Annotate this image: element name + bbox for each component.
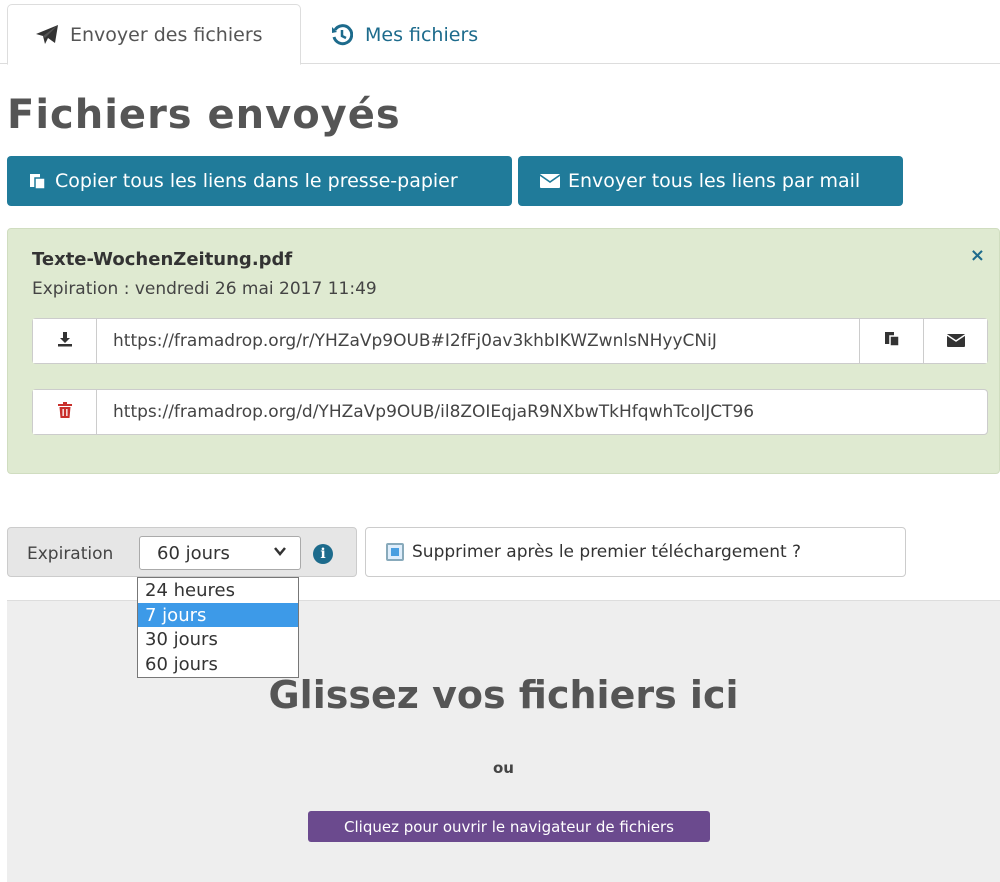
trash-icon: [57, 402, 72, 422]
expiration-label: Expiration: [27, 544, 114, 564]
tab-send-label: Envoyer des fichiers: [70, 23, 263, 46]
delete-file-button[interactable]: [33, 390, 97, 434]
delete-after-download-checkbox[interactable]: [386, 543, 404, 561]
download-link-group: https://framadrop.org/r/YHZaVp9OUB#I2fFj…: [32, 318, 988, 364]
file-expiration: Expiration : vendredi 26 mai 2017 11:49: [32, 279, 377, 299]
expiration-selected-value: 60 jours: [157, 542, 230, 564]
expiration-option[interactable]: 24 heures: [138, 578, 298, 603]
delete-url-field[interactable]: https://framadrop.org/d/YHZaVp9OUB/il8ZO…: [97, 390, 987, 434]
expiration-control: Expiration 60 jours i: [7, 527, 357, 577]
tab-my-files[interactable]: Mes fichiers: [329, 4, 478, 65]
copy-all-links-label: Copier tous les liens dans le presse-pap…: [55, 170, 458, 192]
file-name: Texte-WochenZeitung.pdf: [32, 249, 293, 270]
expiration-dropdown-list: 24 heures 7 jours 30 jours 60 jours: [137, 577, 299, 678]
download-icon: [57, 331, 73, 351]
info-icon[interactable]: i: [313, 544, 333, 564]
delete-after-download-label: Supprimer après le premier téléchargemen…: [412, 542, 802, 562]
delete-link-group: https://framadrop.org/d/YHZaVp9OUB/il8ZO…: [32, 389, 988, 435]
page-title: Fichiers envoyés: [7, 92, 401, 138]
expiration-option[interactable]: 7 jours: [138, 602, 298, 628]
history-icon: [329, 22, 355, 48]
tab-send-files[interactable]: Envoyer des fichiers: [7, 4, 301, 65]
drop-zone-title: Glissez vos fichiers ici: [268, 673, 739, 717]
envelope-icon: [946, 332, 965, 351]
mail-all-links-label: Envoyer tous les liens par mail: [568, 170, 861, 192]
browse-files-button[interactable]: Cliquez pour ouvrir le navigateur de fic…: [308, 811, 710, 842]
download-url-field[interactable]: https://framadrop.org/r/YHZaVp9OUB#I2fFj…: [97, 319, 859, 363]
uploaded-file-panel: Texte-WochenZeitung.pdf Expiration : ven…: [7, 228, 1000, 474]
expiration-option[interactable]: 30 jours: [138, 627, 298, 652]
envelope-icon: [540, 174, 560, 188]
copy-link-button[interactable]: [859, 319, 923, 363]
tab-my-files-label: Mes fichiers: [365, 23, 479, 46]
close-icon[interactable]: ×: [970, 245, 985, 266]
paper-plane-icon: [34, 22, 60, 48]
download-link-button[interactable]: [33, 319, 97, 363]
clipboard-icon: [884, 331, 900, 351]
tab-bar: Envoyer des fichiers Mes fichiers: [0, 0, 1000, 65]
clipboard-icon: [29, 172, 47, 190]
chevron-down-icon: [274, 543, 286, 561]
copy-all-links-button[interactable]: Copier tous les liens dans le presse-pap…: [7, 156, 512, 206]
delete-after-download-option[interactable]: Supprimer après le premier téléchargemen…: [365, 527, 906, 577]
mail-all-links-button[interactable]: Envoyer tous les liens par mail: [518, 156, 903, 206]
drop-zone-or: ou: [493, 759, 514, 777]
expiration-select[interactable]: 60 jours: [139, 536, 301, 570]
expiration-option[interactable]: 60 jours: [138, 652, 298, 677]
mail-link-button[interactable]: [923, 319, 987, 363]
